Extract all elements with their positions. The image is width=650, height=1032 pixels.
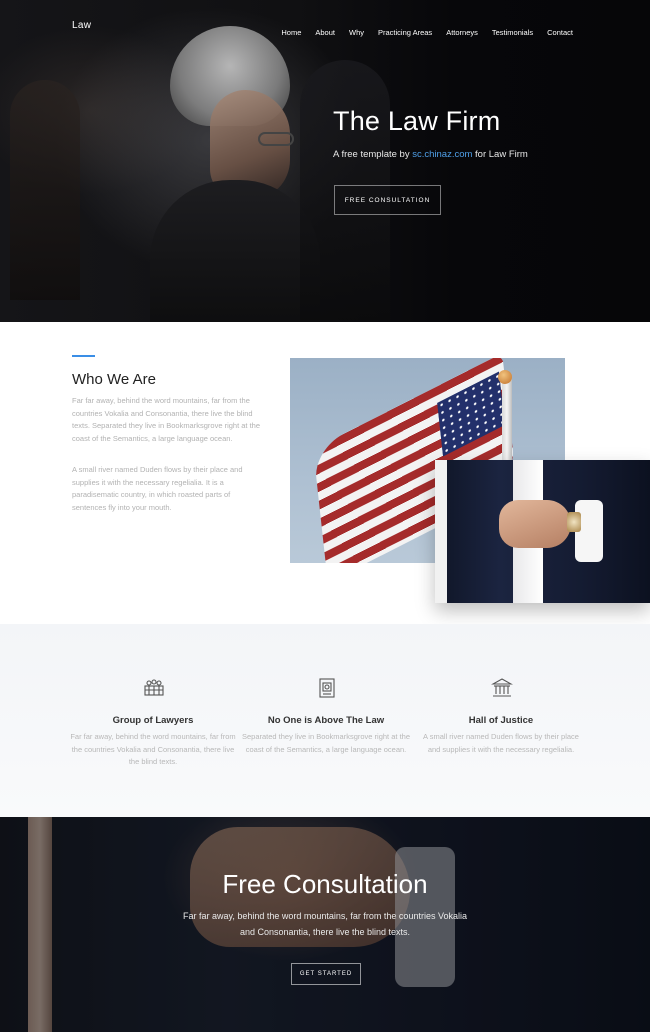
about-paragraph-1: Far far away, behind the word mountains,… [72,396,261,444]
hero-subtitle: A free template by sc.chinaz.com for Law… [333,149,528,160]
suit-cufflinks-image [435,460,650,603]
lawyers-group-icon [143,677,165,699]
features-section: Group of Lawyers Far far away, behind th… [0,624,650,817]
top-navbar: Law Home About Why Practicing Areas Atto… [0,0,650,54]
feature-description: Far far away, behind the word mountains,… [70,732,236,766]
hero-subtitle-link[interactable]: sc.chinaz.com [412,149,472,160]
hero-background-person-left [10,80,80,300]
section-accent-line [72,355,95,357]
nav-link-practicing-areas[interactable]: Practicing Areas [378,28,432,37]
get-started-button[interactable]: GET STARTED [291,963,361,985]
nav-link-attorneys[interactable]: Attorneys [446,28,478,37]
free-consultation-button[interactable]: FREE CONSULTATION [334,185,441,215]
nav-menu: Home About Why Practicing Areas Attorney… [281,22,573,40]
feature-title: Hall of Justice [468,715,534,726]
consultation-section: Free Consultation Far far away, behind t… [0,817,650,1032]
hero-section: Law Home About Why Practicing Areas Atto… [0,0,650,322]
about-paragraph-2: A small river named Duden flows by their… [72,465,243,513]
nav-link-about[interactable]: About [315,28,335,37]
consultation-description: Far far away, behind the word mountains,… [183,911,467,937]
nav-link-testimonials[interactable]: Testimonials [492,28,533,37]
feature-title: Group of Lawyers [112,715,194,726]
nav-link-why[interactable]: Why [349,28,364,37]
hero-title: The Law Firm [333,106,501,136]
feature-description: A small river named Duden flows by their… [423,732,579,754]
feature-description: Separated they live in Bookmarksgrove ri… [241,732,410,754]
hero-photo-elderly-woman [150,20,320,322]
page: Law Home About Why Practicing Areas Atto… [0,0,650,1032]
courthouse-icon [491,677,513,699]
law-document-icon [316,677,338,699]
about-section: Who We Are Far far away, behind the word… [0,322,650,624]
nav-link-contact[interactable]: Contact [547,28,573,37]
nav-link-home[interactable]: Home [281,28,301,37]
about-title: Who We Are [72,371,156,388]
feature-title: No One is Above The Law [267,715,385,726]
consultation-title: Free Consultation [222,869,428,899]
brand-logo[interactable]: Law [72,20,91,31]
